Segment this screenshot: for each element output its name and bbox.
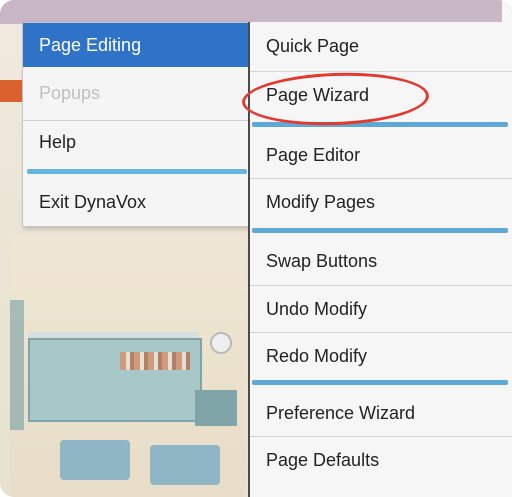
submenu-item-page-editor[interactable]: Page Editor <box>250 133 512 177</box>
submenu-item-swap-buttons[interactable]: Swap Buttons <box>250 239 512 283</box>
submenu-item-label: Page Wizard <box>266 84 370 105</box>
menu-item-label: Popups <box>39 82 101 103</box>
menu-item-label: Help <box>39 131 77 152</box>
submenu-item-label: Swap Buttons <box>266 250 378 271</box>
menu-item-popups: Popups <box>23 71 251 115</box>
menu-item-page-editing[interactable]: Page Editing <box>23 23 251 67</box>
submenu-item-label: Undo Modify <box>266 298 368 319</box>
submenu-item-label: Preference Wizard <box>266 402 416 423</box>
background-chair-left <box>60 440 130 480</box>
menu-divider-blue <box>27 169 247 174</box>
clock-icon <box>210 332 232 354</box>
submenu-divider-blue <box>252 228 508 233</box>
submenu-divider <box>250 178 512 179</box>
background-wall-strip <box>10 300 24 430</box>
background-counter <box>28 338 202 422</box>
submenu-item-label: Page Defaults <box>266 449 380 470</box>
page-editing-submenu: Quick Page Page Wizard Page Editor Modif… <box>248 22 512 497</box>
submenu-item-label: Modify Pages <box>266 191 376 212</box>
submenu-divider-blue <box>252 380 508 385</box>
submenu-item-label: Redo Modify <box>266 345 368 366</box>
submenu-item-quick-page[interactable]: Quick Page <box>250 24 512 68</box>
submenu-item-redo-modify[interactable]: Redo Modify <box>250 334 512 378</box>
submenu-divider <box>250 436 512 437</box>
submenu-item-undo-modify[interactable]: Undo Modify <box>250 287 512 331</box>
main-menu: Page Editing Popups Help Exit DynaVox <box>22 22 252 227</box>
menu-item-exit-dynavox[interactable]: Exit DynaVox <box>23 180 251 224</box>
submenu-item-page-wizard[interactable]: Page Wizard <box>250 73 512 117</box>
submenu-item-preference-wizard[interactable]: Preference Wizard <box>250 391 512 435</box>
menu-item-label: Page Editing <box>39 34 142 55</box>
submenu-divider <box>250 71 512 72</box>
submenu-divider <box>250 332 512 333</box>
background-food-display <box>120 352 190 370</box>
submenu-item-label: Quick Page <box>266 35 360 56</box>
submenu-item-page-defaults[interactable]: Page Defaults <box>250 438 512 482</box>
menu-item-label: Exit DynaVox <box>39 191 147 212</box>
submenu-item-modify-pages[interactable]: Modify Pages <box>250 180 512 224</box>
background-cabinet <box>195 390 237 426</box>
submenu-divider <box>250 285 512 286</box>
submenu-item-label: Page Editor <box>266 144 361 165</box>
submenu-divider-blue <box>252 122 508 127</box>
background-chair-right <box>150 445 220 485</box>
background-top-bar <box>0 0 512 24</box>
menu-item-help[interactable]: Help <box>23 120 251 164</box>
